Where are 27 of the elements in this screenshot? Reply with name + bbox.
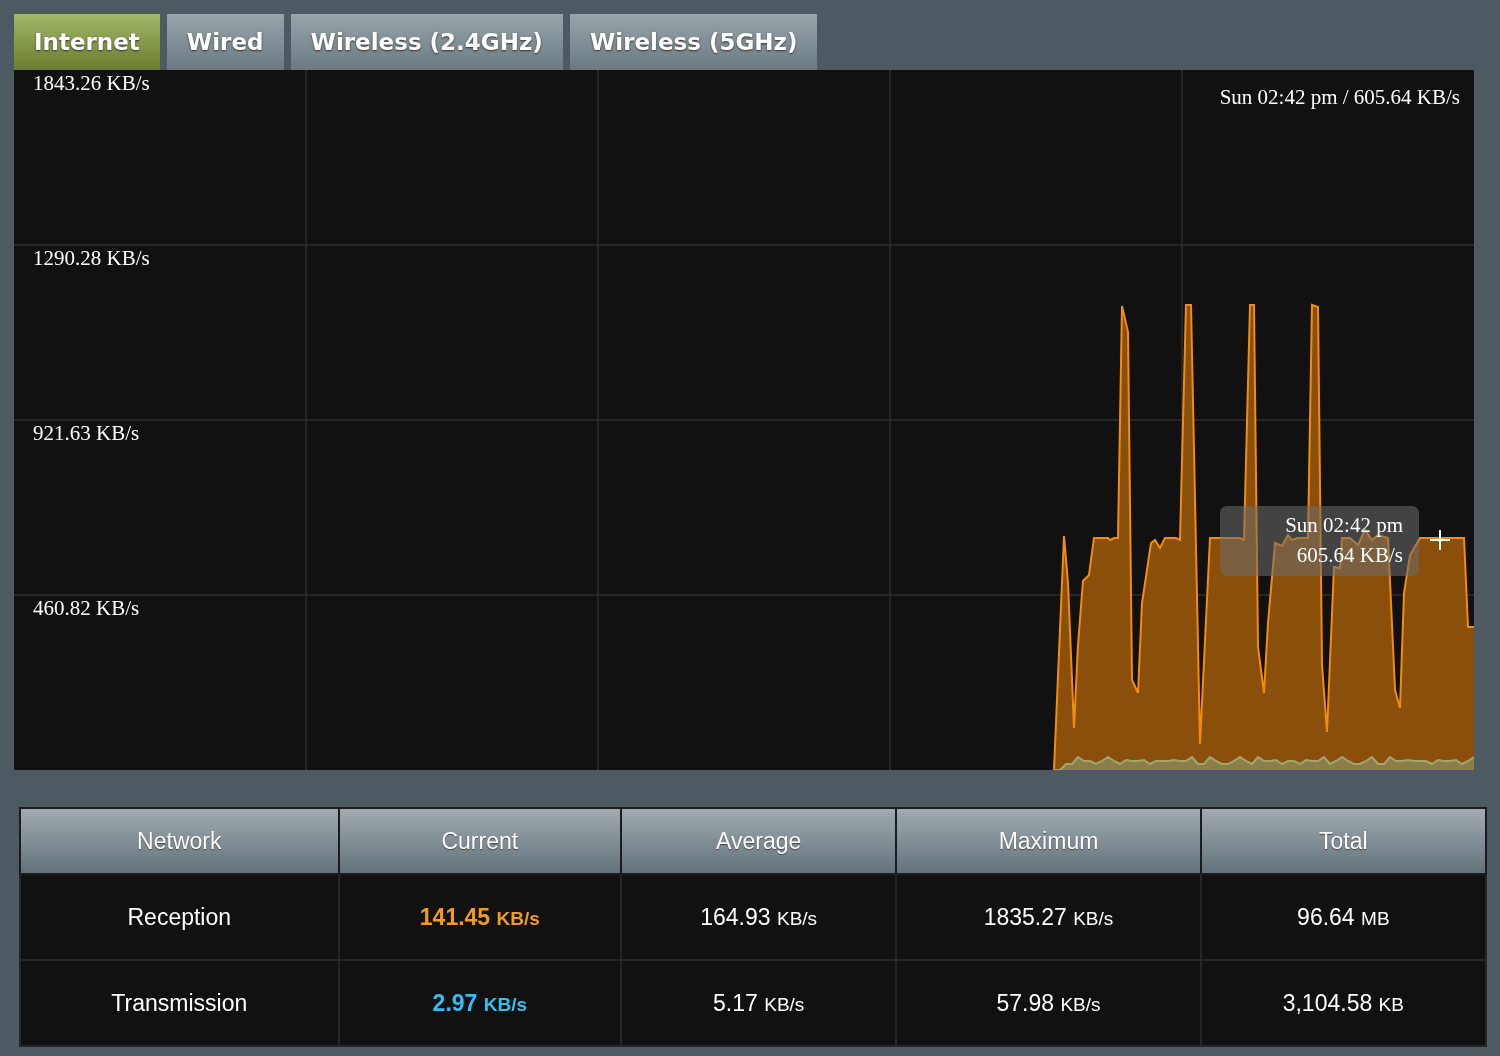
crosshair-icon xyxy=(1430,530,1450,550)
axis-label: 921.63 KB/s xyxy=(33,421,140,445)
tooltip-value: 605.64 KB/s xyxy=(1295,542,1403,569)
column-header: Total xyxy=(1200,808,1486,874)
table-cell: 141.45 KB/s xyxy=(338,874,622,960)
table-cell: 3,104.58 KB xyxy=(1200,960,1486,1046)
tab[interactable]: Internet xyxy=(14,14,160,70)
table-cell: Transmission xyxy=(20,960,339,1046)
hover-readout: Sun 02:42 pm / 605.64 KB/s xyxy=(1219,85,1460,110)
column-header: Current xyxy=(338,808,622,874)
table-cell: 5.17 KB/s xyxy=(621,960,897,1046)
table-cell: 164.93 KB/s xyxy=(621,874,897,960)
table-cell: 57.98 KB/s xyxy=(896,960,1201,1046)
tab[interactable]: Wired xyxy=(166,14,284,70)
column-header: Network xyxy=(20,808,339,874)
column-header: Maximum xyxy=(896,808,1201,874)
tooltip-time: Sun 02:42 pm xyxy=(1284,512,1403,539)
axis-label: 1290.28 KB/s xyxy=(33,246,150,270)
table-cell: 1835.27 KB/s xyxy=(896,874,1201,960)
column-header: Average xyxy=(621,808,897,874)
table-cell: 2.97 KB/s xyxy=(338,960,622,1046)
axis-label: 460.82 KB/s xyxy=(33,596,140,620)
tab[interactable]: Wireless (5GHz) xyxy=(569,14,818,70)
tab[interactable]: Wireless (2.4GHz) xyxy=(290,14,563,70)
table-cell: 96.64 MB xyxy=(1200,874,1486,960)
table-cell: Reception xyxy=(20,874,339,960)
axis-label: 1843.26 KB/s xyxy=(33,71,150,95)
